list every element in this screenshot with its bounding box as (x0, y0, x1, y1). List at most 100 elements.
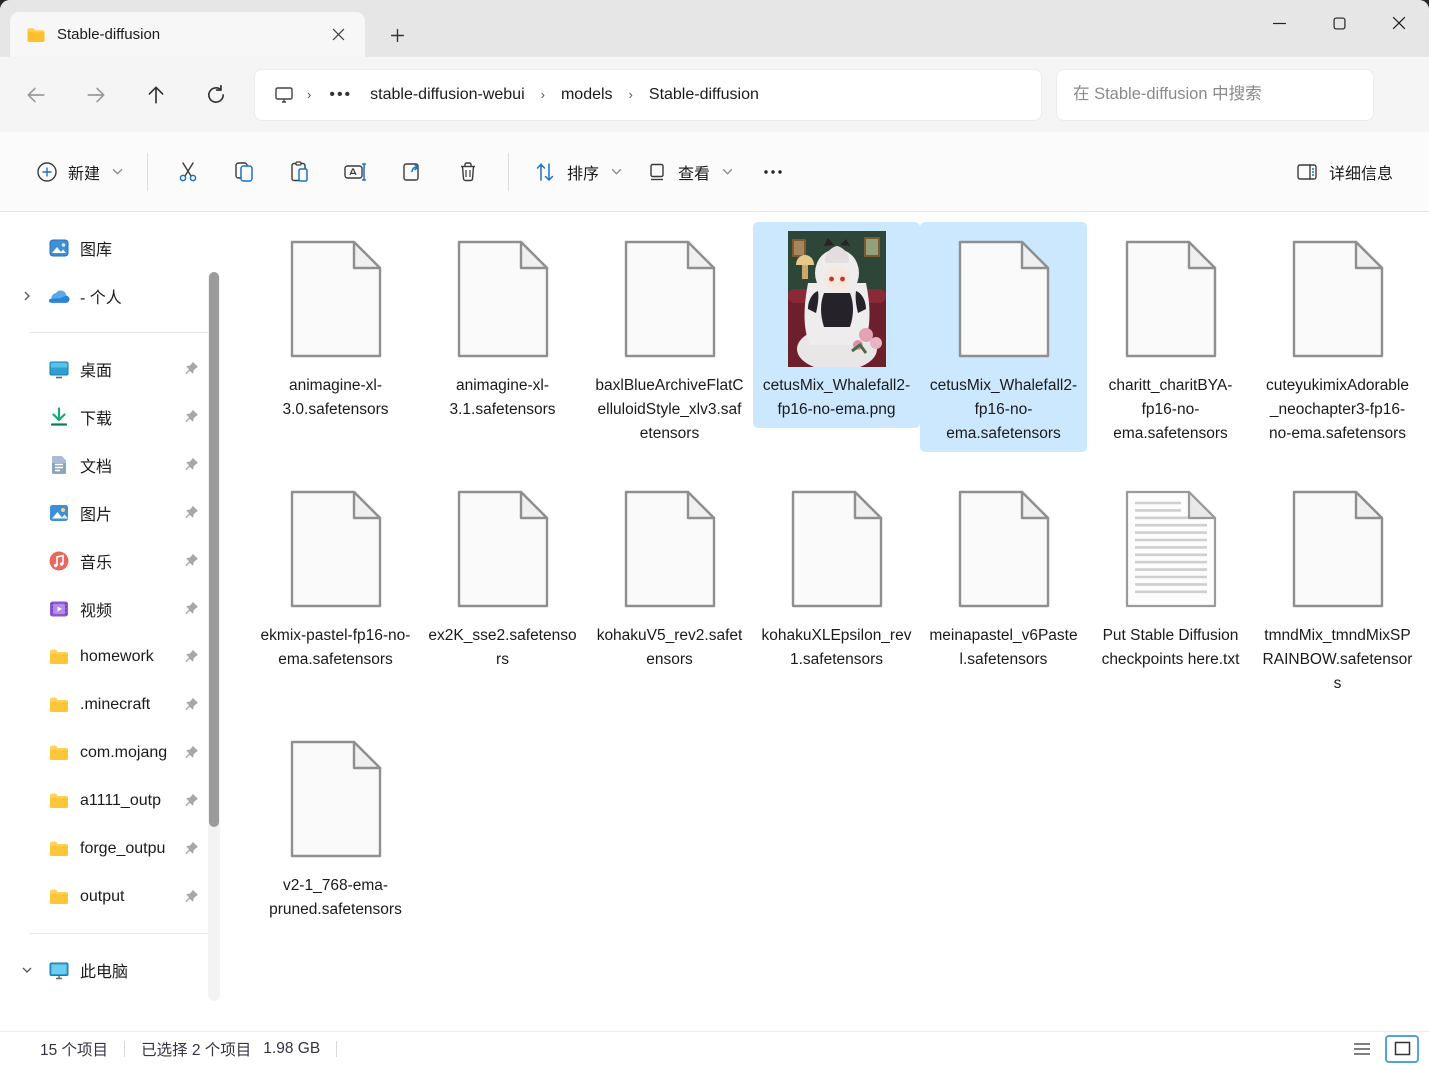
file-tile[interactable]: cetusMix_Whalefall2-fp16-no-ema.safetens… (920, 222, 1087, 452)
sidebar-item-音乐[interactable]: 音乐 (0, 537, 230, 585)
item-count: 15 个项目 (40, 1038, 108, 1060)
file-tile[interactable]: ekmix-pastel-fp16-no-ema.safetensors (252, 472, 419, 678)
sort-button[interactable]: 排序 (521, 151, 634, 193)
pin-icon (184, 409, 200, 425)
file-tile[interactable]: tmndMix_tmndMixSPRAINBOW.safetensors (1254, 472, 1421, 702)
this-pc-icon[interactable] (273, 84, 295, 106)
sidebar-item-com-mojang[interactable]: com.mojang (0, 729, 230, 777)
details-view-toggle[interactable] (1345, 1035, 1379, 1063)
onedrive-icon (48, 285, 70, 307)
folder-icon (48, 694, 70, 716)
file-name: kohakuV5_rev2.safetensors (595, 624, 745, 678)
sidebar-item-output[interactable]: output (0, 873, 230, 921)
sidebar-scrollbar[interactable] (208, 272, 220, 1001)
file-tile[interactable]: v2-1_768-ema-pruned.safetensors (252, 722, 419, 928)
thumbnail-view-icon (1394, 1041, 1411, 1056)
back-icon[interactable] (14, 75, 58, 115)
close-button[interactable] (1369, 0, 1429, 46)
new-tab-button[interactable] (379, 17, 415, 53)
window-controls (1249, 0, 1429, 46)
breadcrumb-item-current[interactable]: Stable-diffusion (641, 81, 767, 109)
file-tile[interactable]: charitt_charitBYA-fp16-no-ema.safetensor… (1087, 222, 1254, 452)
delete-icon[interactable] (440, 146, 496, 198)
share-icon[interactable] (384, 146, 440, 198)
sidebar-item-文档[interactable]: 文档 (0, 441, 230, 489)
pin-icon (184, 745, 200, 761)
documents-icon (48, 454, 70, 476)
status-bar: 15 个项目 已选择 2 个项目 1.98 GB (0, 1031, 1429, 1065)
forward-icon[interactable] (74, 75, 118, 115)
file-tile[interactable]: cetusMix_Whalefall2-fp16-no-ema.png (753, 222, 920, 428)
pin-icon (184, 793, 200, 809)
breadcrumb-item-webui[interactable]: stable-diffusion-webui (362, 81, 532, 109)
file-name: cetusMix_Whalefall2-fp16-no-ema.safetens… (929, 374, 1079, 452)
file-tile[interactable]: kohakuXLEpsilon_rev1.safetensors (753, 472, 920, 678)
up-icon[interactable] (134, 75, 178, 115)
sidebar-item-label: 音乐 (80, 549, 184, 573)
sidebar-item-下载[interactable]: 下载 (0, 393, 230, 441)
file-icon (623, 226, 717, 372)
copy-icon[interactable] (216, 146, 272, 198)
pin-icon (184, 361, 200, 377)
search-box[interactable] (1056, 69, 1374, 121)
pin-icon (184, 841, 200, 857)
pin-icon (184, 889, 200, 905)
paste-icon[interactable] (272, 146, 328, 198)
file-name: ekmix-pastel-fp16-no-ema.safetensors (261, 624, 411, 678)
view-button[interactable]: 查看 (634, 151, 745, 193)
file-tile[interactable]: baxlBlueArchiveFlatCelluloidStyle_xlv3.s… (586, 222, 753, 452)
sidebar-item-homework[interactable]: homework (0, 633, 230, 681)
file-tile[interactable]: Put Stable Diffusion checkpoints here.tx… (1087, 472, 1254, 678)
scrollbar-thumb[interactable] (209, 272, 219, 827)
file-tile[interactable]: kohakuV5_rev2.safetensors (586, 472, 753, 678)
file-tile[interactable]: cuteyukimixAdorable_neochapter3-fp16-no-… (1254, 222, 1421, 452)
refresh-icon[interactable] (194, 75, 238, 115)
chevron-down-icon (722, 166, 733, 177)
file-icon (790, 476, 884, 622)
file-tile[interactable]: meinapastel_v6Pastel.safetensors (920, 472, 1087, 678)
search-input[interactable] (1073, 85, 1357, 104)
sidebar-item-label: 桌面 (80, 357, 184, 381)
breadcrumb-item-models[interactable]: models (553, 81, 621, 109)
minimize-button[interactable] (1249, 0, 1309, 46)
file-tile[interactable]: ex2K_sse2.safetensors (419, 472, 586, 678)
navigation-sidebar: 图库- 个人桌面下载文档图片音乐视频homework.minecraft com.… (0, 212, 230, 1031)
file-tile[interactable]: animagine-xl-3.1.safetensors (419, 222, 586, 428)
command-toolbar: 新建 排序 查看 (0, 132, 1429, 212)
chevron-down-icon[interactable] (14, 964, 40, 976)
chevron-right-icon[interactable] (14, 290, 40, 302)
file-tile[interactable]: animagine-xl-3.0.safetensors (252, 222, 419, 428)
file-icon (1291, 476, 1385, 622)
cut-icon[interactable] (160, 146, 216, 198)
sidebar-item-视频[interactable]: 视频 (0, 585, 230, 633)
file-icon (289, 226, 383, 372)
more-options-icon[interactable] (745, 146, 801, 198)
file-name: ex2K_sse2.safetensors (428, 624, 578, 678)
file-icon (289, 726, 383, 872)
pin-icon (184, 601, 200, 617)
selection-count: 已选择 2 个项目 (141, 1038, 251, 1060)
breadcrumb-overflow-button[interactable]: ••• (319, 82, 362, 108)
sidebar-item--minecraft[interactable]: .minecraft (0, 681, 230, 729)
maximize-button[interactable] (1309, 0, 1369, 46)
sidebar-item-a1111_outp[interactable]: a1111_outp (0, 777, 230, 825)
sidebar-item-label: com.mojang (80, 744, 184, 762)
sidebar-item-桌面[interactable]: 桌面 (0, 345, 230, 393)
chevron-down-icon (112, 166, 123, 177)
address-bar[interactable]: › ••• stable-diffusion-webui › models › … (254, 69, 1042, 121)
details-pane-button[interactable]: 详细信息 (1283, 151, 1405, 193)
explorer-tab[interactable]: Stable-diffusion (10, 12, 365, 57)
rename-icon[interactable] (328, 146, 384, 198)
tab-close-icon[interactable] (323, 20, 353, 50)
sidebar-item-label: a1111_outp (80, 792, 184, 810)
sidebar-item-forge_outpu[interactable]: forge_outpu (0, 825, 230, 873)
sidebar-item--个人[interactable]: - 个人 (0, 272, 230, 320)
pin-icon (184, 697, 200, 713)
new-button[interactable]: 新建 (24, 151, 135, 193)
file-name: charitt_charitBYA-fp16-no-ema.safetensor… (1096, 374, 1246, 452)
sidebar-item-图库[interactable]: 图库 (0, 224, 230, 272)
folder-icon (26, 25, 46, 45)
sidebar-item-此电脑[interactable]: 此电脑 (0, 946, 230, 994)
sidebar-item-图片[interactable]: 图片 (0, 489, 230, 537)
large-icons-view-toggle[interactable] (1385, 1035, 1419, 1063)
